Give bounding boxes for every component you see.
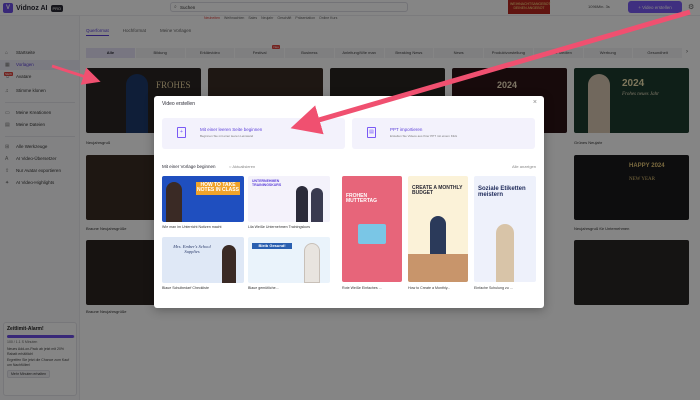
template-card[interactable]: FROHEN MUTTERTAG bbox=[342, 176, 402, 282]
section-title: Mit einer Vorlage beginnen bbox=[162, 164, 216, 169]
avatar bbox=[304, 243, 320, 283]
template-caption: Blaue gemütliche... bbox=[248, 286, 279, 290]
card-text: CREATE A MONTHLY BUDGET bbox=[412, 185, 463, 197]
template-caption: Wie man im Unterricht Notizen macht bbox=[162, 225, 222, 229]
plus-icon: + bbox=[177, 127, 186, 138]
option-subtitle: Erstellen Sie Videos aus Ihrer PPT mit e… bbox=[390, 134, 458, 138]
dialog-title: Video erstellen bbox=[162, 101, 195, 107]
template-card[interactable]: UNTERNEHMEN TRAININGSKURS bbox=[248, 176, 330, 222]
card-text: HOW TO TAKE NOTES IN CLASS bbox=[196, 182, 240, 195]
import-ppt-option[interactable]: ▤ PPT importieren Erstellen Sie Videos a… bbox=[352, 118, 535, 149]
template-caption: Einfache Schulung zu ... bbox=[474, 286, 513, 290]
template-caption: How to Create a Monthly... bbox=[408, 286, 451, 290]
blank-page-option[interactable]: + Mit einer leeren Seite beginnen Beginn… bbox=[162, 118, 345, 149]
template-card[interactable]: Bleib Gesund! bbox=[248, 237, 330, 283]
create-video-dialog: Video erstellen × + Mit einer leeren Sei… bbox=[154, 96, 544, 308]
card-text: FROHEN MUTTERTAG bbox=[346, 193, 378, 205]
option-title: PPT importieren bbox=[390, 127, 423, 132]
avatar bbox=[222, 245, 236, 283]
avatar bbox=[166, 182, 182, 222]
card-text: Mrs. Ember's School Supplies bbox=[173, 244, 211, 254]
template-card[interactable]: CREATE A MONTHLY BUDGET bbox=[408, 176, 468, 282]
card-text: Bleib Gesund! bbox=[252, 243, 292, 250]
checkbox-label: Aktualisieren bbox=[232, 164, 256, 169]
close-icon[interactable]: × bbox=[533, 99, 537, 106]
ppt-icon: ▤ bbox=[367, 127, 376, 138]
update-checkbox[interactable]: ○ Aktualisieren bbox=[229, 164, 255, 169]
template-card[interactable]: Soziale Etiketten meistern bbox=[474, 176, 536, 282]
card-image bbox=[408, 254, 468, 282]
avatar bbox=[296, 186, 308, 222]
template-card[interactable]: Mrs. Ember's School Supplies bbox=[162, 237, 244, 283]
card-text: UNTERNEHMEN TRAININGSKURS bbox=[252, 179, 282, 187]
avatar bbox=[430, 216, 446, 256]
app-window: V Vidnoz AI PRO ⌕ WEIHNACHTSANGEBOT DEIN… bbox=[0, 0, 700, 400]
option-title: Mit einer leeren Seite beginnen bbox=[200, 127, 263, 132]
template-card[interactable]: HOW TO TAKE NOTES IN CLASS bbox=[162, 176, 244, 222]
show-all-link[interactable]: Alle anzeigen bbox=[512, 164, 536, 169]
card-text: Soziale Etiketten meistern bbox=[478, 186, 526, 199]
template-caption: Rote Weiße Einfaches ... bbox=[342, 286, 382, 290]
avatar bbox=[311, 188, 323, 222]
template-caption: Blaue Schulbedarf Checkliste bbox=[162, 286, 209, 290]
avatar bbox=[496, 224, 514, 282]
template-caption: Lila Weiße Unternehmen Trainingskurs bbox=[248, 225, 311, 229]
gift-icon bbox=[358, 224, 386, 244]
option-subtitle: Beginnen Sie mit einer leeren Leinwand bbox=[200, 134, 254, 138]
